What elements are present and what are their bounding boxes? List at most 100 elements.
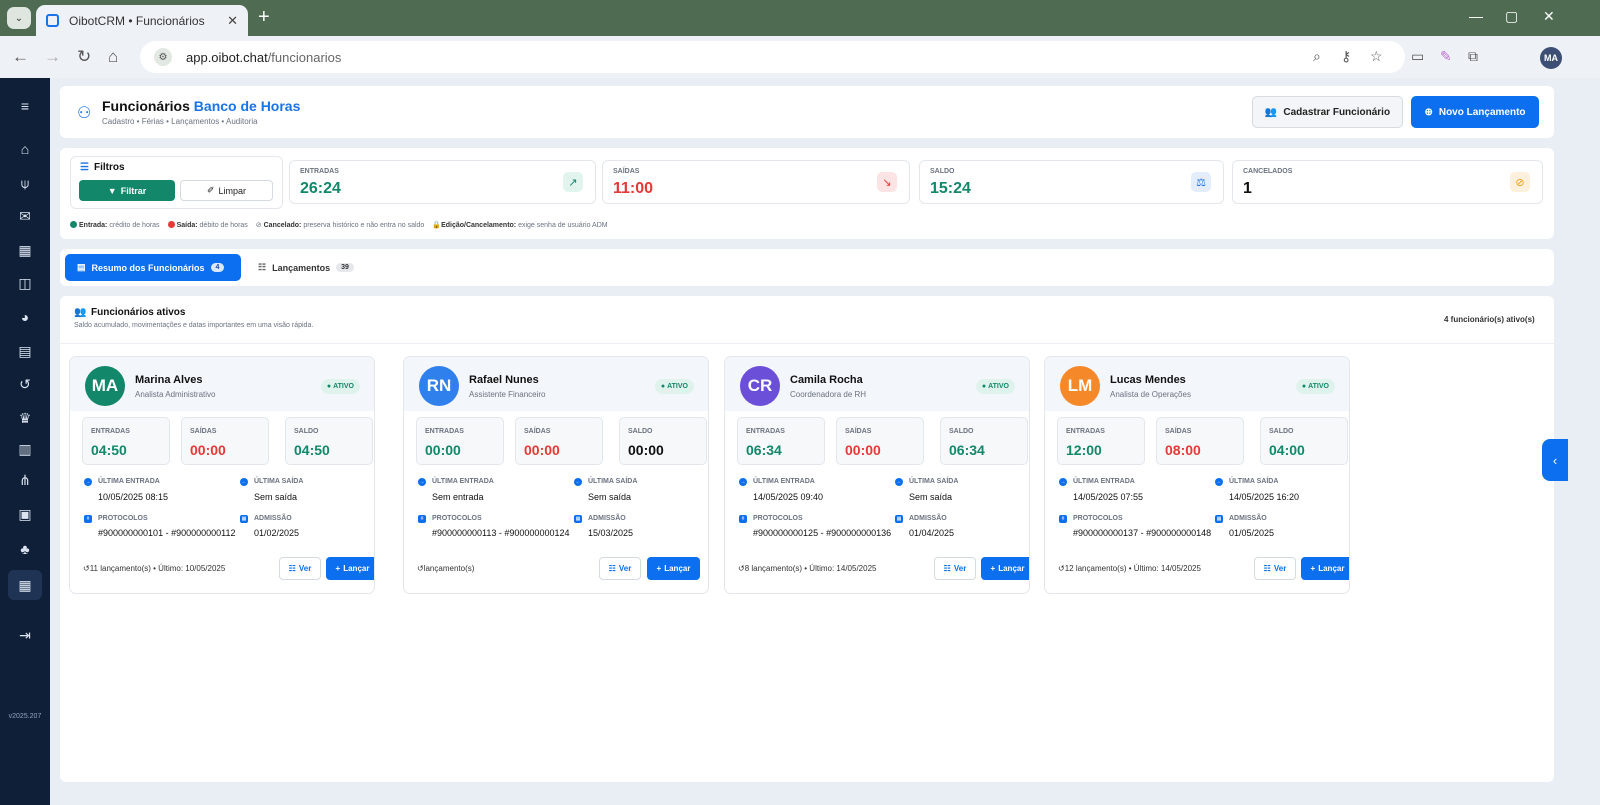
group-icon[interactable]: ♣ (14, 538, 36, 560)
footer-text: 12 lançamento(s) • Último: 14/05/2025 (1064, 564, 1201, 573)
users-icon: 👥 (1264, 106, 1278, 118)
view-button[interactable]: ☷ Ver (934, 557, 976, 580)
employee-name: Marina Alves (135, 374, 203, 386)
flow-icon[interactable]: ⋔ (14, 469, 36, 491)
url-field[interactable]: ⚙ app.oibot.chat/funcionarios (140, 41, 1405, 73)
pie-chart-icon[interactable]: ◕ (14, 306, 36, 328)
cast-icon[interactable]: ▭ (1411, 48, 1424, 65)
tab-resumo[interactable]: ▤ Resumo dos Funcionários 4 (65, 254, 241, 281)
tab-lancamentos[interactable]: ☷ Lançamentos 39 (258, 254, 354, 281)
stat-saidas: SAÍDAS 11:00 ↘ (602, 160, 910, 204)
clear-button[interactable]: ✐ Limpar (180, 180, 273, 201)
info-label: ADMISSÃO (254, 515, 292, 522)
broadcast-icon[interactable]: ⍦ (14, 172, 36, 194)
check-circle-icon: ● (660, 383, 666, 390)
menu-icon[interactable]: ≡ (14, 95, 36, 117)
launch-button[interactable]: + Lançar (1301, 557, 1349, 580)
metric-label: SALDO (294, 428, 319, 435)
status-badge: ● ATIVO (975, 379, 1015, 394)
view-label: Ver (953, 564, 967, 573)
info-value: 14/05/2025 09:40 (753, 492, 824, 502)
reload-icon[interactable]: ↻ (77, 47, 91, 67)
metric-value: 00:00 (628, 442, 664, 458)
launch-button[interactable]: + Lançar (647, 557, 700, 580)
legend-text: preserva histórico e não entra no saldo (303, 222, 425, 229)
trophy-icon[interactable]: ♛ (14, 407, 36, 429)
history-icon[interactable]: ↺ (14, 373, 36, 395)
info-value: 01/04/2025 (909, 528, 955, 538)
stat-value: 26:24 (300, 180, 341, 197)
close-tab-icon[interactable]: ✕ (227, 13, 238, 29)
title-main: Funcionários (102, 98, 190, 114)
bar-chart-icon[interactable]: ▥ (14, 438, 36, 460)
view-button[interactable]: ☷ Ver (279, 557, 321, 580)
forward-icon[interactable]: → (44, 47, 61, 67)
key-icon[interactable]: ⚷ (1341, 48, 1351, 65)
back-icon[interactable]: ← (12, 47, 29, 67)
id-card-icon[interactable]: ▤ (14, 340, 36, 362)
info-label: PROTOCOLOS (753, 515, 803, 522)
filter-button[interactable]: ▼ Filtrar (79, 180, 175, 201)
check-circle-icon: ● (326, 383, 332, 390)
metric-label: ENTRADAS (91, 428, 130, 435)
calendar-small-icon: ▦ (1215, 515, 1223, 523)
chat-icon[interactable]: ✉ (14, 205, 36, 227)
protocol-icon: # (1059, 515, 1067, 523)
avatar: RN (419, 366, 459, 406)
register-employee-button[interactable]: 👥 Cadastrar Funcionário (1252, 96, 1403, 128)
entry-arrow-icon: → (739, 478, 747, 486)
new-entry-button[interactable]: ⊕ Novo Lançamento (1411, 96, 1539, 128)
logout-icon[interactable]: ⇥ (14, 624, 36, 646)
exit-arrow-icon: ← (1215, 478, 1223, 486)
zoom-icon[interactable]: ⌕ (1313, 48, 1321, 65)
info-value: #900000000113 - #900000000124 (432, 528, 570, 538)
url-path: /funcionarios (267, 49, 342, 65)
info-label: ÚLTIMA SAÍDA (588, 478, 638, 485)
browser-tab[interactable]: OibotCRM • Funcionários ✕ (36, 5, 248, 36)
info-label: ÚLTIMA SAÍDA (909, 478, 959, 485)
maximize-icon[interactable]: ▢ (1505, 8, 1518, 25)
active-count: 4 funcionário(s) ativo(s) (1444, 315, 1535, 324)
entry-arrow-icon: → (418, 478, 426, 486)
employee-role: Coordenadora de RH (790, 390, 867, 399)
stat-value: 15:24 (930, 180, 971, 197)
view-button[interactable]: ☷ Ver (599, 557, 641, 580)
site-info-icon[interactable]: ⚙ (154, 48, 172, 66)
minimize-icon[interactable]: — (1469, 8, 1483, 24)
info-value: 14/05/2025 07:55 (1073, 492, 1144, 502)
pen-extension-icon[interactable]: ✎ (1440, 48, 1452, 65)
app-version: v2025.207 (8, 713, 42, 720)
profile-avatar[interactable]: MA (1540, 47, 1562, 69)
board-icon[interactable]: ◫ (14, 272, 36, 294)
info-label: PROTOCOLOS (432, 515, 482, 522)
employee-role: Assistente Financeiro (469, 390, 546, 399)
view-label: Ver (618, 564, 632, 573)
tab-label: Resumo dos Funcionários (91, 262, 205, 273)
building-icon[interactable]: ▦ (8, 570, 42, 600)
launch-label: Lançar (664, 564, 691, 573)
metric-value: 06:34 (746, 442, 782, 458)
filters-title: ☰ Filtros (80, 162, 125, 173)
legend-edicao: 🔒Edição/Cancelamento: exige senha de usu… (432, 221, 607, 229)
home-icon[interactable]: ⌂ (108, 47, 118, 67)
new-tab-button[interactable]: + (258, 6, 270, 29)
list-icon: ☷ (258, 262, 267, 272)
launch-button[interactable]: + Lançar (981, 557, 1029, 580)
home-nav-icon[interactable]: ⌂ (14, 138, 36, 160)
calendar-icon[interactable]: ▦ (14, 239, 36, 261)
tab-list-button[interactable]: ⌄ (7, 7, 31, 29)
view-label: Ver (298, 564, 312, 573)
view-button[interactable]: ☷ Ver (1254, 557, 1296, 580)
employee-role: Analista de Operações (1110, 390, 1191, 399)
bookmark-star-icon[interactable]: ☆ (1370, 48, 1383, 65)
metric-label: SAÍDAS (845, 428, 872, 435)
extensions-icon[interactable]: ⧉ (1468, 48, 1478, 65)
launch-button[interactable]: + Lançar (326, 557, 374, 580)
panel-toggle-chevron-icon[interactable]: ‹ (1542, 439, 1568, 481)
close-window-icon[interactable]: ✕ (1543, 8, 1555, 25)
stat-label: CANCELADOS (1243, 168, 1293, 175)
info-value: Sem saída (254, 492, 298, 502)
legend-text: débito de horas (199, 222, 248, 229)
message-icon[interactable]: ▣ (14, 503, 36, 525)
list-small-icon: ☷ (1263, 564, 1271, 573)
